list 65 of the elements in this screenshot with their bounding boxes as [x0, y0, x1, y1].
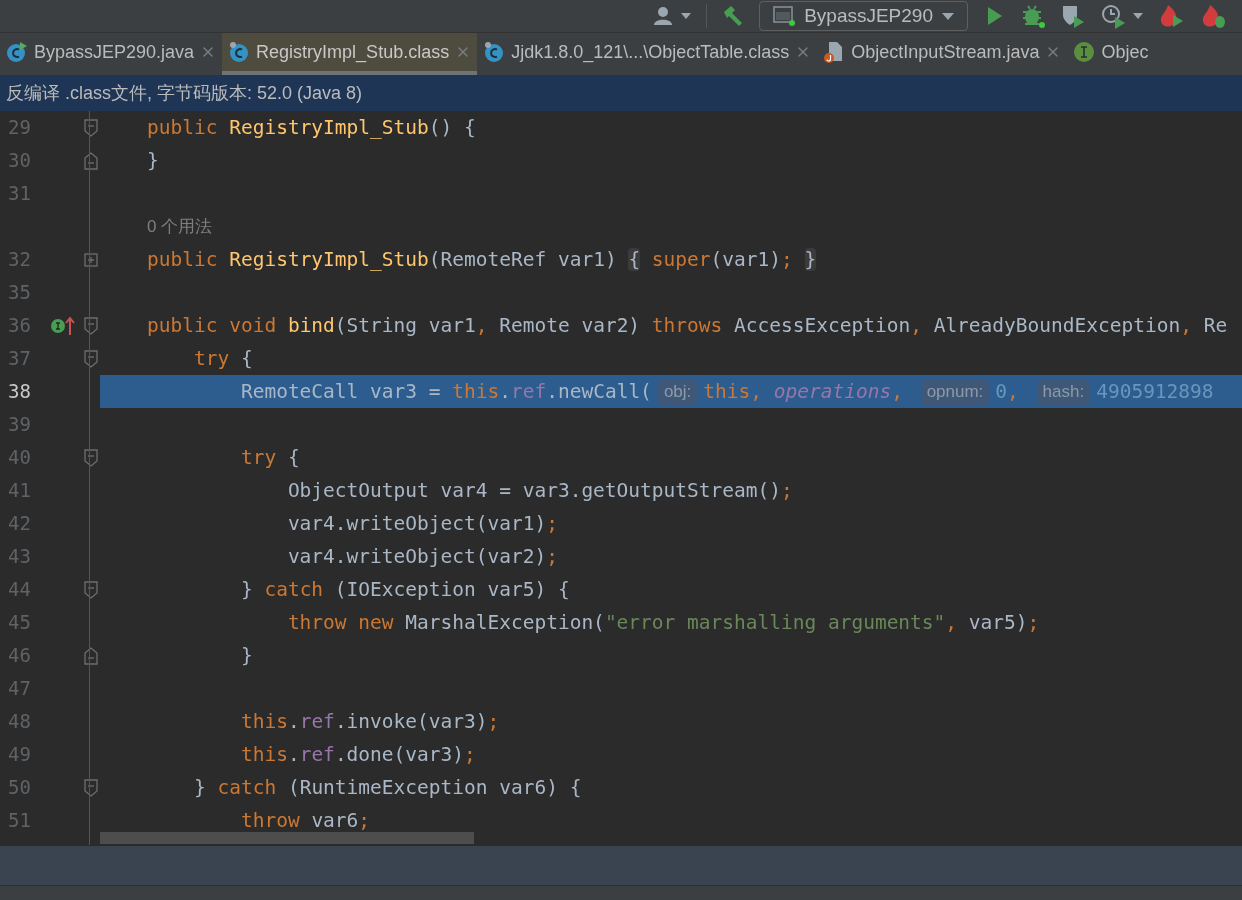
- line-number: 46: [7, 643, 31, 669]
- editor-tab[interactable]: BypassJEP290.java: [0, 33, 223, 75]
- editor-tab[interactable]: Jjdk1.8.0_121\...\ObjectTable.class: [477, 33, 818, 75]
- line-number: 47: [7, 676, 31, 702]
- line-number: 43: [7, 544, 31, 570]
- code-text: try {: [239, 444, 300, 471]
- code-text: 4905912898: [1096, 378, 1214, 405]
- line-number: 37: [7, 346, 31, 372]
- class-run-icon: [6, 41, 28, 63]
- line-number: 31: [7, 181, 31, 207]
- caret-icon: [941, 11, 955, 21]
- run-configuration-dropdown[interactable]: BypassJEP290: [759, 1, 968, 31]
- parameter-hint: obj:: [657, 378, 698, 405]
- code-text: public RegistryImpl_Stub(RemoteRef var1) { super(var1); }: [147, 246, 817, 273]
- class-icon: [483, 41, 506, 63]
- editor-tab[interactable]: ObjectInputStream.java: [817, 33, 1068, 75]
- line-number: 49: [7, 742, 31, 768]
- code-text: RemoteCall var3 = this.ref.newCall(: [239, 378, 652, 405]
- line-number: 51: [7, 808, 31, 834]
- class-icon: [228, 41, 251, 63]
- caret-icon[interactable]: [680, 12, 693, 20]
- implements-marker-icon[interactable]: [50, 315, 76, 336]
- line-number: 30: [7, 148, 31, 174]
- code-text: throw var6;: [239, 807, 371, 834]
- line-number: 41: [7, 478, 31, 504]
- code-text: public RegistryImpl_Stub() {: [147, 114, 476, 141]
- debug-icon[interactable]: [1020, 3, 1046, 29]
- code-text: }: [147, 147, 159, 174]
- editor-tab[interactable]: RegistryImpl_Stub.class: [222, 33, 478, 75]
- line-number: 38: [7, 379, 31, 405]
- line-number: 39: [7, 412, 31, 438]
- coverage-icon[interactable]: [1060, 3, 1086, 29]
- line-number: 45: [7, 610, 31, 636]
- line-number: 48: [7, 709, 31, 735]
- code-text: var4.writeObject(var1);: [286, 510, 558, 537]
- code-text: try {: [192, 345, 253, 372]
- code-text: throw new MarshalException("error marshalling arguments", var5);: [286, 609, 1040, 636]
- line-number: 29: [7, 115, 31, 141]
- window-icon: [772, 5, 797, 27]
- code-text: ObjectOutput var4 = var3.getOutputStream();: [286, 477, 793, 504]
- interface-icon: [1073, 41, 1096, 63]
- editor-tab[interactable]: Objec: [1067, 33, 1155, 75]
- code-text: this, operations,: [703, 378, 904, 405]
- code-text: } catch (RuntimeException var6) {: [192, 774, 582, 801]
- decompiled-notice: 反编译 .class文件, 字节码版本: 52.0 (Java 8): [0, 76, 1242, 111]
- line-number: 44: [7, 577, 31, 603]
- line-number: 32: [7, 247, 31, 273]
- line-number: 50: [7, 775, 31, 801]
- line-number: 35: [7, 280, 31, 306]
- code-text: }: [239, 642, 253, 669]
- code-text: 0,: [995, 378, 1020, 405]
- code-text: public void bind(String var1, Remote var2) throws AccessException, AlreadyBoundException, Re: [147, 312, 1228, 339]
- code-text: this.ref.done(var3);: [239, 741, 476, 768]
- code-text: var4.writeObject(var2);: [286, 543, 558, 570]
- code-text: } catch (IOException var5) {: [239, 576, 570, 603]
- horizontal-scrollbar[interactable]: [100, 832, 474, 844]
- code-text: this.ref.invoke(var3);: [239, 708, 500, 735]
- usage-hint[interactable]: 0 个用法: [147, 213, 213, 240]
- parameter-hint: hash:: [1036, 378, 1091, 405]
- line-number: 40: [7, 445, 31, 471]
- line-number: 36: [7, 313, 31, 339]
- flame-debug-icon[interactable]: [1200, 3, 1228, 29]
- caret-icon[interactable]: [1132, 12, 1144, 20]
- line-number: 42: [7, 511, 31, 537]
- parameter-hint: opnum:: [920, 378, 990, 405]
